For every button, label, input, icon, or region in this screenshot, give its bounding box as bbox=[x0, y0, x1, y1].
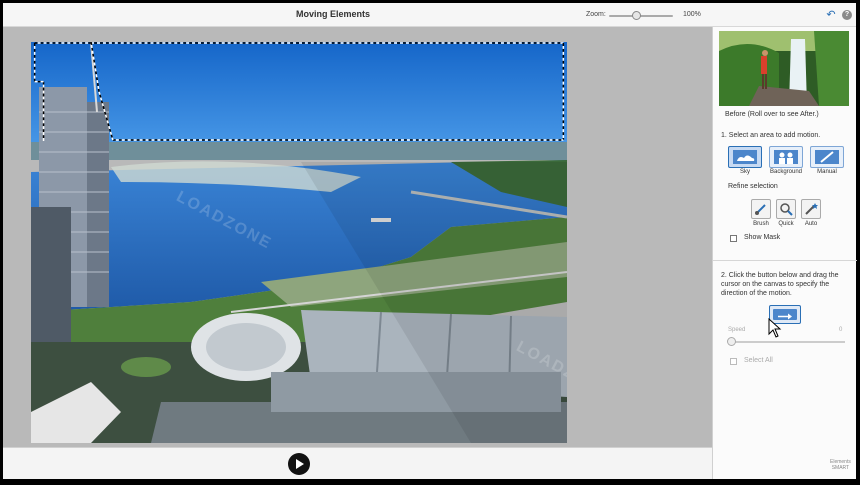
background-icon bbox=[774, 150, 798, 164]
manual-mode-button[interactable] bbox=[810, 146, 844, 168]
zoom-slider-thumb[interactable] bbox=[632, 11, 641, 20]
help-icon[interactable]: ? bbox=[842, 10, 852, 20]
sky-mode-button[interactable] bbox=[728, 146, 762, 168]
brush-icon bbox=[755, 204, 766, 215]
quick-tool-button[interactable] bbox=[776, 199, 796, 219]
city-harbor-photo bbox=[31, 42, 567, 443]
title-bar: Moving Elements Zoom: 100% ↶ ? bbox=[3, 3, 856, 27]
zoom-slider-track[interactable] bbox=[609, 15, 673, 17]
speed-slider-thumb[interactable] bbox=[727, 337, 736, 346]
photo-canvas[interactable]: LOADZONE LOADZONE bbox=[31, 42, 567, 443]
before-after-thumbnail[interactable] bbox=[719, 31, 849, 106]
speed-max-value: 0 bbox=[839, 327, 843, 333]
app-window: Moving Elements Zoom: 100% ↶ ? LOADZONE … bbox=[3, 3, 857, 479]
zoom-label: Zoom: bbox=[586, 11, 606, 18]
show-mask-label: Show Mask bbox=[744, 234, 781, 241]
select-all-checkbox[interactable] bbox=[730, 358, 737, 365]
step2-instruction: 2. Click the button below and drag the c… bbox=[721, 272, 839, 297]
refine-selection-label: Refine selection bbox=[728, 183, 778, 190]
window-title: Moving Elements bbox=[295, 9, 370, 19]
guided-edit-panel: Before (Roll over to see After.) 1. Sele… bbox=[712, 27, 857, 479]
elements-logo: Elements SMART bbox=[830, 459, 851, 471]
zoom-value: 100% bbox=[683, 11, 701, 18]
pointer-cursor-icon bbox=[768, 318, 782, 338]
auto-tool-button[interactable] bbox=[801, 199, 821, 219]
logo-line2: SMART bbox=[831, 465, 850, 471]
select-all-label: Select All bbox=[744, 357, 773, 364]
manual-brush-icon bbox=[815, 150, 839, 164]
background-mode-label: Background bbox=[769, 169, 803, 175]
canvas-workspace[interactable]: LOADZONE LOADZONE bbox=[3, 27, 712, 447]
speed-label: Speed bbox=[728, 327, 746, 333]
step1-instruction: 1. Select an area to add motion. bbox=[721, 132, 821, 139]
manual-mode-label: Manual bbox=[817, 169, 837, 175]
section-divider bbox=[713, 260, 857, 261]
auto-tool-label: Auto bbox=[804, 221, 818, 227]
speed-slider-track[interactable] bbox=[731, 341, 845, 343]
brush-tool-button[interactable] bbox=[751, 199, 771, 219]
magic-wand-icon bbox=[805, 203, 818, 215]
waterfall-hiker-image bbox=[719, 31, 849, 106]
sky-icon bbox=[733, 150, 757, 164]
undo-icon[interactable]: ↶ bbox=[825, 9, 837, 21]
background-mode-button[interactable] bbox=[769, 146, 803, 168]
before-after-caption: Before (Roll over to see After.) bbox=[725, 111, 819, 118]
playback-bar bbox=[3, 447, 712, 479]
quick-select-icon bbox=[780, 203, 793, 216]
sky-mode-label: Sky bbox=[739, 169, 750, 175]
show-mask-checkbox[interactable] bbox=[730, 235, 737, 242]
play-icon[interactable] bbox=[288, 453, 310, 475]
